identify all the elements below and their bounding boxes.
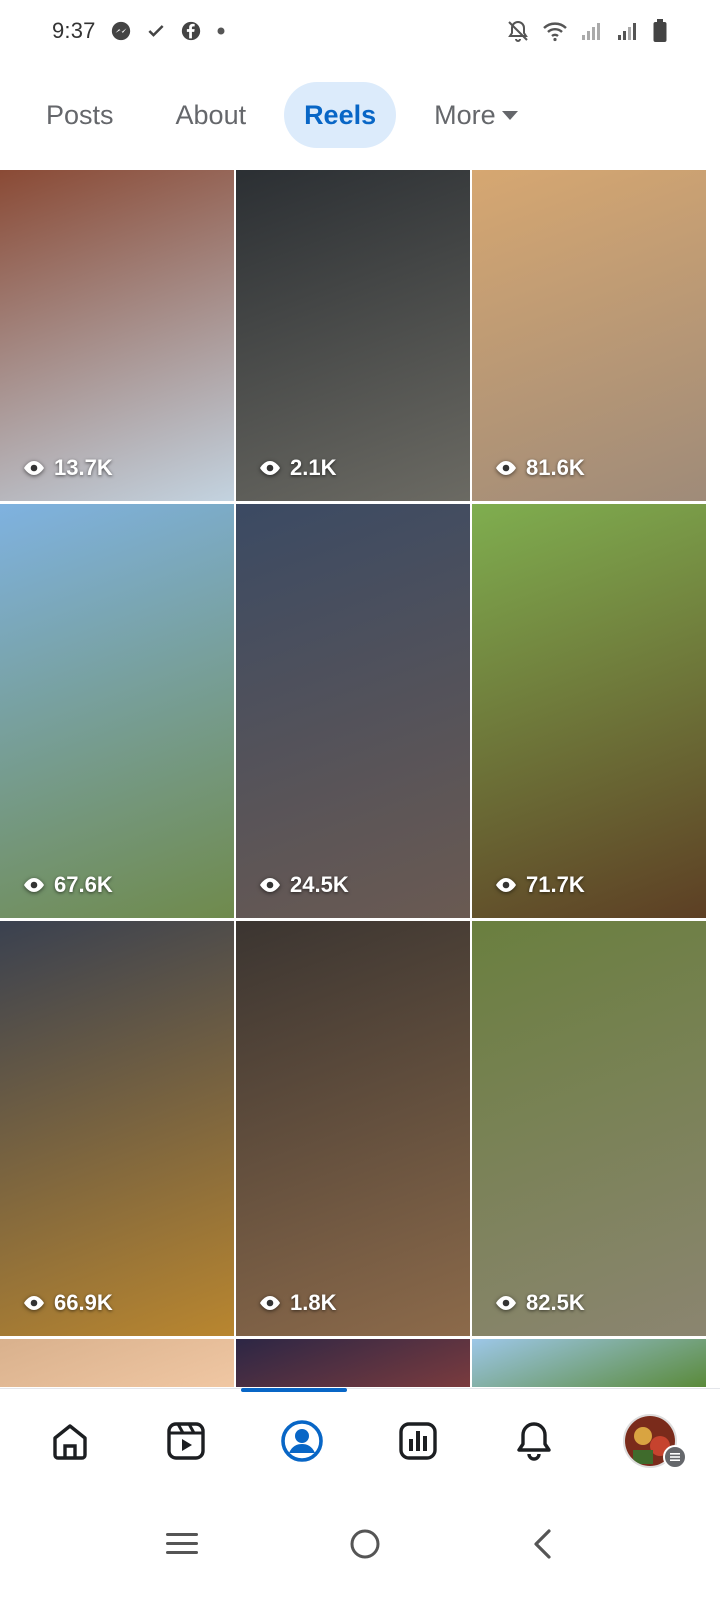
- eye-icon: [260, 1296, 280, 1310]
- status-time: 9:37: [52, 18, 96, 43]
- wifi-icon: [542, 20, 568, 42]
- view-count-label: 66.9K: [54, 1290, 113, 1315]
- messenger-icon: [110, 20, 132, 42]
- status-bar: 9:37: [0, 0, 720, 62]
- view-count: 2.1K: [258, 455, 336, 481]
- eye-icon: [24, 461, 44, 475]
- battery-icon: [652, 18, 668, 44]
- notifications-icon: [517, 1421, 551, 1461]
- tab-posts-label: Posts: [46, 99, 114, 130]
- view-count-label: 2.1K: [290, 455, 337, 480]
- reel-thumbnail-image: [472, 170, 706, 501]
- view-count: 81.6K: [494, 455, 585, 481]
- mute-icon: [506, 19, 530, 43]
- reel-thumbnail-image: [472, 504, 706, 918]
- reel-thumbnail[interactable]: 71.7K: [472, 504, 706, 918]
- facebook-icon: [180, 20, 202, 42]
- tab-posts[interactable]: Posts: [20, 82, 140, 148]
- tab-about-label: About: [175, 99, 247, 130]
- view-count-label: 13.7K: [54, 455, 113, 480]
- eye-icon: [24, 1296, 44, 1310]
- view-count-label: 1.8K: [290, 1290, 337, 1315]
- status-right: [506, 18, 668, 44]
- view-count: 1.8K: [258, 1290, 336, 1316]
- tab-reels[interactable]: Reels: [284, 82, 397, 148]
- view-count: 13.7K: [22, 455, 113, 481]
- bottom-nav: [0, 1388, 720, 1492]
- reel-thumbnail-image: [0, 1339, 234, 1387]
- reel-thumbnail-image: [236, 504, 470, 918]
- nav-menu[interactable]: [605, 1401, 695, 1481]
- status-left: 9:37: [52, 18, 226, 44]
- signal-icon: [580, 20, 604, 42]
- tab-more[interactable]: More: [408, 82, 544, 148]
- view-count: 66.9K: [22, 1290, 113, 1316]
- reel-thumbnail[interactable]: 81.6K: [472, 170, 706, 501]
- reel-thumbnail-image: [472, 1339, 706, 1387]
- nav-profile[interactable]: [257, 1401, 347, 1481]
- profile-icon: [281, 1419, 323, 1462]
- reel-thumbnail-image: [236, 170, 470, 501]
- view-count-label: 71.7K: [526, 872, 585, 897]
- reel-thumbnail[interactable]: 82.5K: [472, 921, 706, 1336]
- reels-icon: [167, 1421, 205, 1460]
- reel-thumbnail-image: [0, 921, 234, 1336]
- nav-notifications[interactable]: [489, 1401, 579, 1481]
- tab-more-label: More: [434, 99, 496, 130]
- home-circle-icon[interactable]: [348, 1527, 382, 1566]
- eye-icon: [496, 461, 516, 475]
- reel-thumbnail-image: [236, 921, 470, 1336]
- reel-thumbnail[interactable]: [472, 1339, 706, 1387]
- reel-thumbnail[interactable]: [236, 1339, 470, 1387]
- reel-thumbnail[interactable]: 2.1K: [236, 170, 470, 501]
- reels-grid: 13.7K 2.1K 81.6K 67.6K 24.5K 71.7K 66.9K…: [0, 170, 720, 1387]
- nav-dashboard[interactable]: [373, 1401, 463, 1481]
- eye-icon: [496, 878, 516, 892]
- eye-icon: [260, 878, 280, 892]
- view-count-label: 81.6K: [526, 455, 585, 480]
- back-icon[interactable]: [530, 1527, 556, 1566]
- view-count: 67.6K: [22, 872, 113, 898]
- reel-thumbnail[interactable]: 66.9K: [0, 921, 234, 1336]
- eye-icon: [496, 1296, 516, 1310]
- reel-thumbnail-image: [0, 170, 234, 501]
- eye-icon: [24, 878, 44, 892]
- home-icon: [53, 1423, 87, 1460]
- eye-icon: [260, 461, 280, 475]
- tab-reels-label: Reels: [304, 99, 377, 130]
- dot-icon: [216, 26, 226, 36]
- view-count: 71.7K: [494, 872, 585, 898]
- system-nav-bar: [0, 1492, 720, 1600]
- menu-icon: [663, 1444, 687, 1469]
- view-count-label: 67.6K: [54, 872, 113, 897]
- reel-thumbnail-image: [236, 1339, 470, 1387]
- nav-reels[interactable]: [141, 1401, 231, 1481]
- tab-about[interactable]: About: [150, 82, 273, 148]
- reel-thumbnail-image: [472, 921, 706, 1336]
- recents-icon[interactable]: [164, 1529, 200, 1564]
- reel-thumbnail-image: [0, 504, 234, 918]
- check-icon: [146, 21, 166, 41]
- reel-thumbnail[interactable]: [0, 1339, 234, 1387]
- active-nav-indicator: [241, 1388, 347, 1392]
- reel-thumbnail[interactable]: 1.8K: [236, 921, 470, 1336]
- nav-home[interactable]: [25, 1401, 115, 1481]
- view-count-label: 82.5K: [526, 1290, 585, 1315]
- reel-thumbnail[interactable]: 13.7K: [0, 170, 234, 501]
- reel-thumbnail[interactable]: 67.6K: [0, 504, 234, 918]
- view-count: 82.5K: [494, 1290, 585, 1316]
- view-count-label: 24.5K: [290, 872, 349, 897]
- dashboard-icon: [399, 1421, 437, 1460]
- signal-icon: [616, 20, 640, 42]
- profile-tabs: Posts About Reels More: [0, 80, 720, 150]
- chevron-down-icon: [501, 110, 518, 120]
- view-count: 24.5K: [258, 872, 349, 898]
- reel-thumbnail[interactable]: 24.5K: [236, 504, 470, 918]
